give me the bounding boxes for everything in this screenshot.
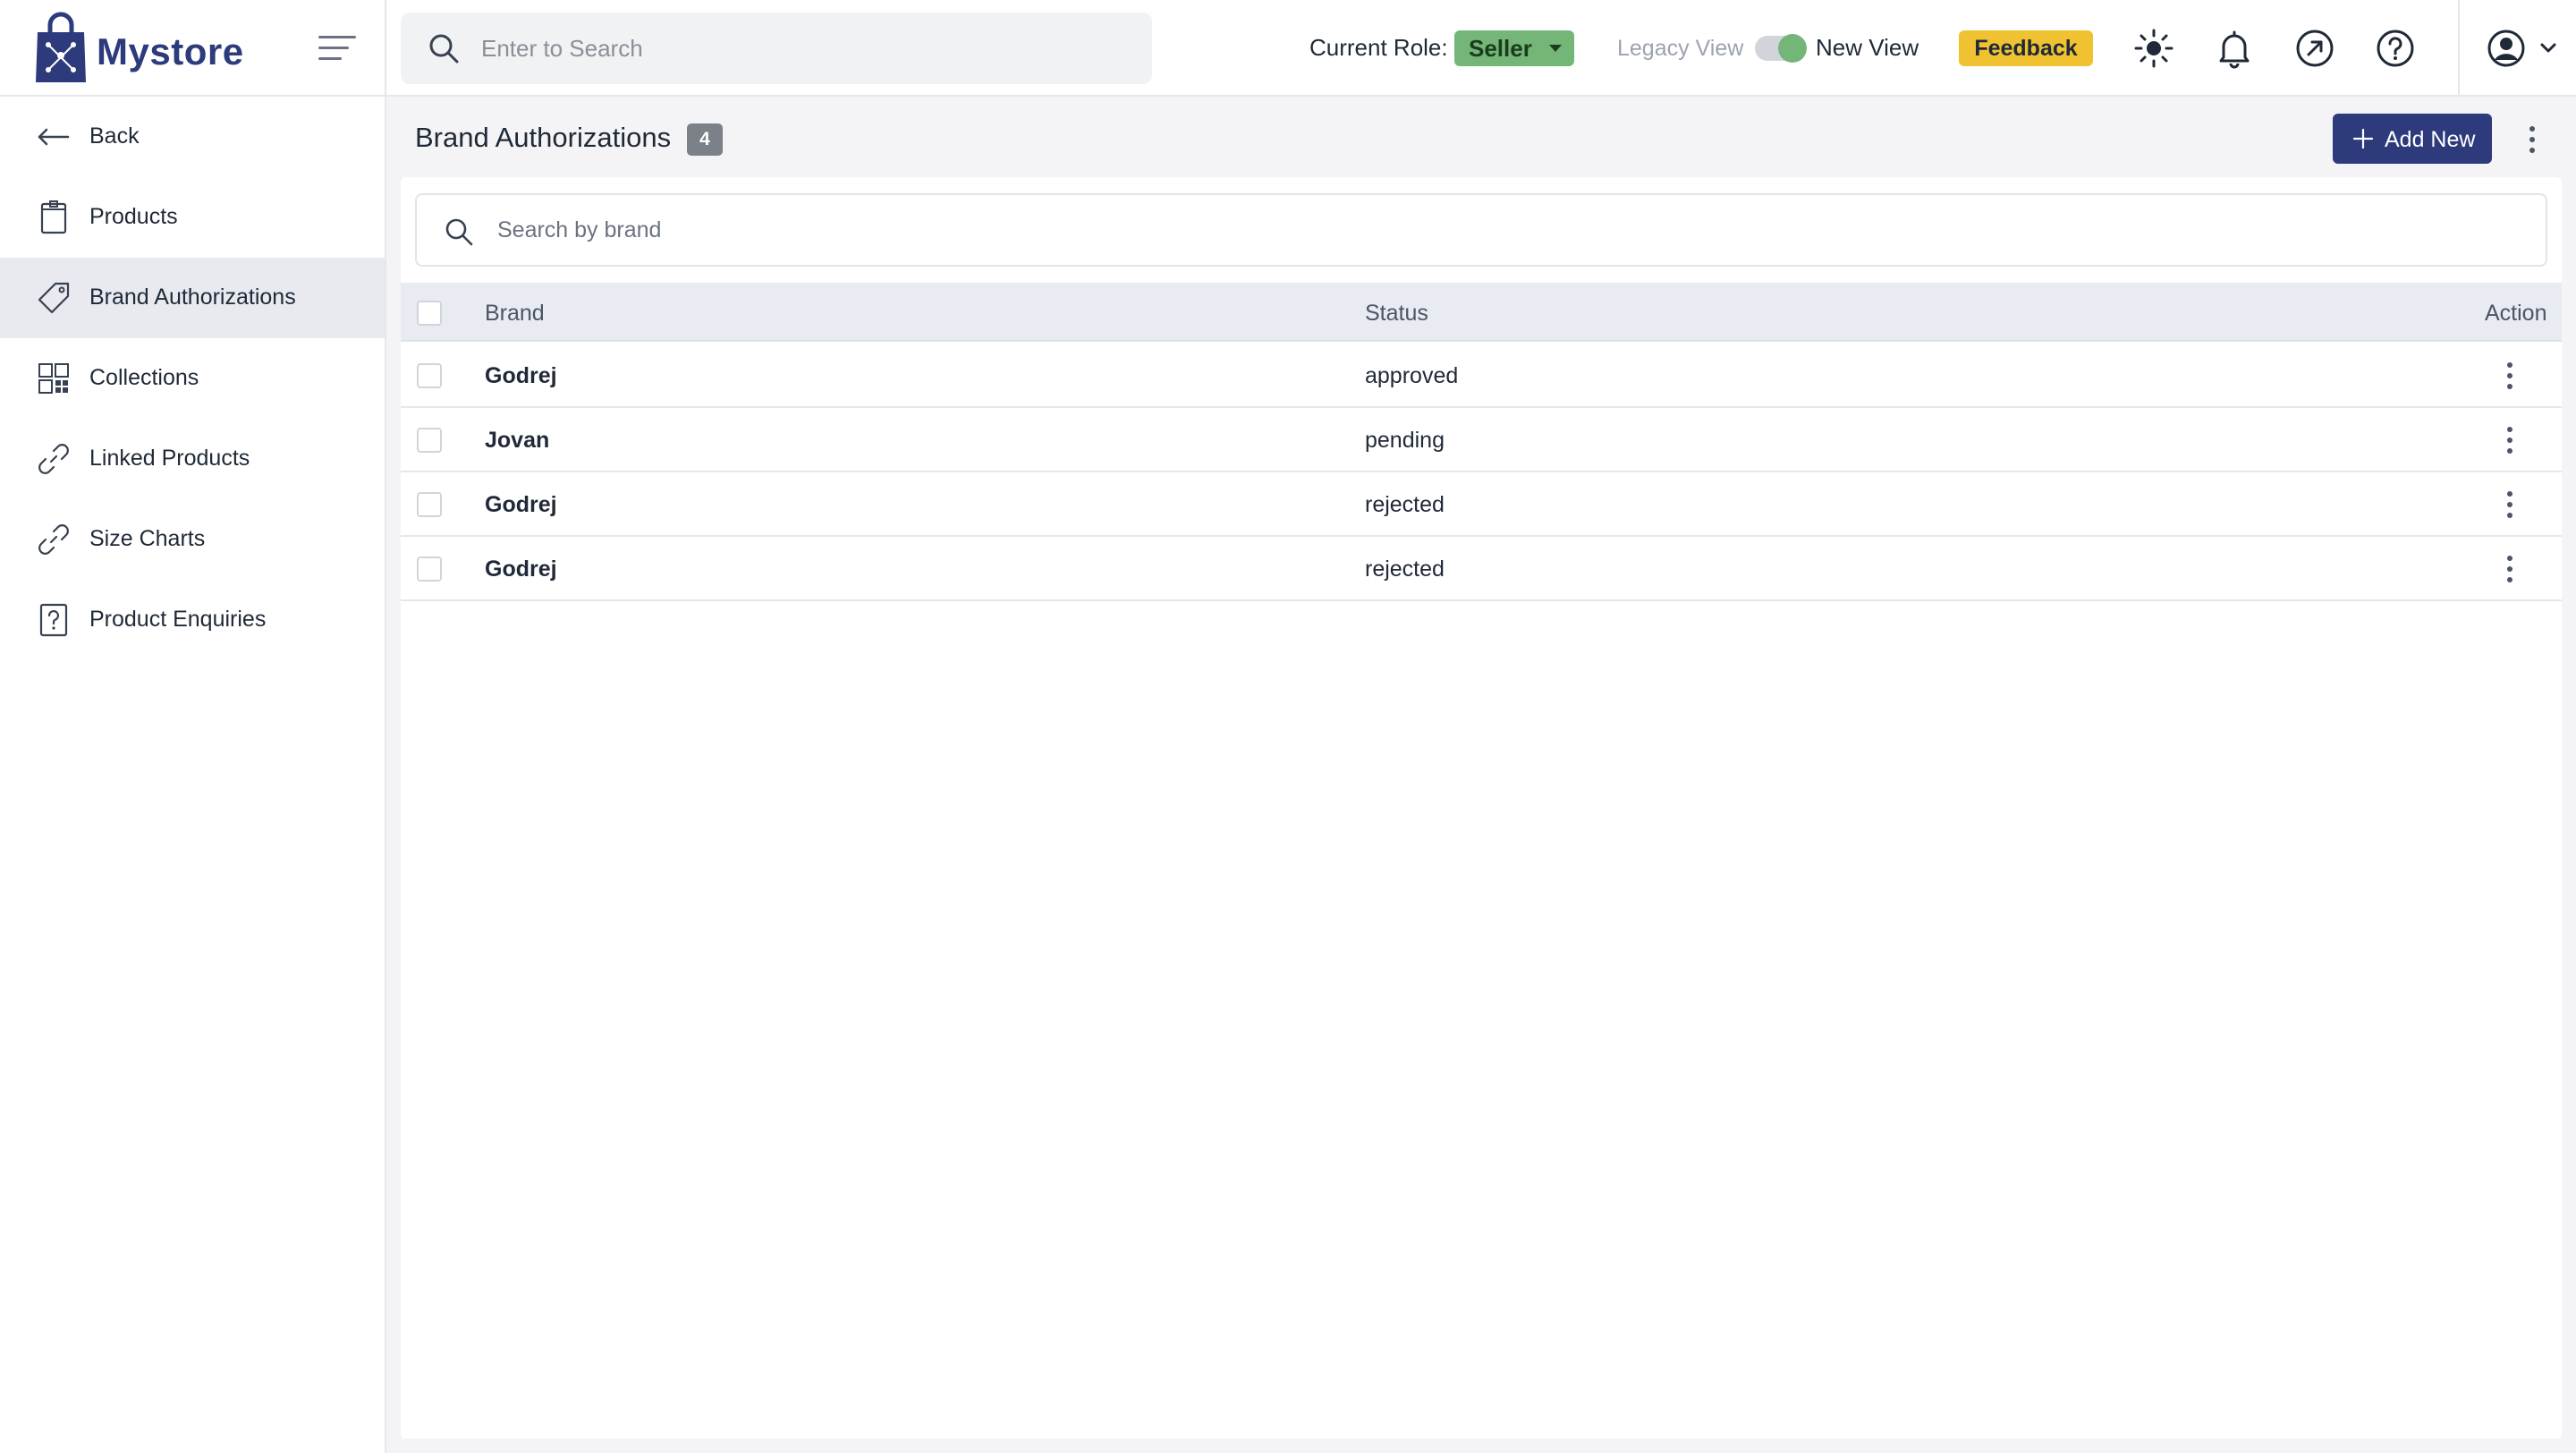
column-header-brand[interactable]: Brand	[485, 301, 545, 327]
brand-cell: Godrej	[485, 557, 557, 582]
new-view-label: New View	[1816, 34, 1919, 61]
mystore-logo-icon	[36, 12, 86, 82]
sidebar-item-back[interactable]: Back	[0, 97, 385, 177]
sidebar-item-label: Linked Products	[89, 446, 250, 471]
global-search-input[interactable]	[481, 13, 1134, 84]
sidebar-item-label: Products	[89, 204, 178, 229]
sidebar-item-label: Size Charts	[89, 526, 206, 551]
user-avatar-icon	[2487, 30, 2525, 67]
product-box-icon	[40, 200, 67, 234]
logo-area: Mystore	[0, 0, 386, 97]
add-new-label: Add New	[2385, 127, 2476, 152]
row-actions-icon[interactable]	[2499, 553, 2521, 585]
top-bar: Mystore Current Role: Seller Legacy View…	[0, 0, 2576, 97]
global-search	[401, 13, 1152, 84]
sidebar-item-size-charts[interactable]: Size Charts	[0, 499, 385, 580]
brand-cell: Godrej	[485, 492, 557, 517]
status-cell: approved	[1365, 363, 1459, 388]
row-checkbox[interactable]	[417, 363, 442, 388]
link-icon	[38, 444, 69, 474]
brand-search-input[interactable]	[497, 195, 2528, 265]
sidebar-item-products[interactable]: Products	[0, 177, 385, 258]
app-name: Mystore	[97, 30, 244, 72]
role-value: Seller	[1469, 35, 1532, 62]
page-title: Brand Authorizations	[415, 122, 672, 153]
plus-icon	[2352, 128, 2374, 149]
table-row[interactable]: Godrej approved	[401, 344, 2562, 408]
external-link-icon[interactable]	[2293, 27, 2336, 70]
link-icon	[38, 524, 69, 555]
header-divider	[2458, 0, 2460, 97]
select-all-checkbox[interactable]	[417, 301, 442, 326]
row-actions-icon[interactable]	[2499, 424, 2521, 456]
theme-sun-icon[interactable]	[2132, 27, 2175, 70]
brand-cell: Jovan	[485, 428, 550, 453]
sidebar-item-label: Back	[89, 123, 140, 149]
more-options-icon[interactable]	[2519, 122, 2546, 157]
sidebar-item-product-enquiries[interactable]: Product Enquiries	[0, 580, 385, 660]
table-row[interactable]: Jovan pending	[401, 408, 2562, 472]
table-header: Brand Status Action	[401, 283, 2562, 342]
row-checkbox[interactable]	[417, 492, 442, 517]
status-cell: pending	[1365, 428, 1445, 453]
column-header-action: Action	[2485, 301, 2547, 326]
sidebar: Back Products Brand Authorizations Colle…	[0, 97, 386, 1453]
current-role-label: Current Role:	[1309, 34, 1448, 61]
caret-down-icon	[1549, 45, 1562, 52]
view-toggle[interactable]	[1755, 34, 1807, 63]
table-row[interactable]: Godrej rejected	[401, 472, 2562, 537]
sidebar-item-label: Collections	[89, 365, 199, 390]
row-checkbox[interactable]	[417, 557, 442, 582]
question-doc-icon	[39, 603, 68, 637]
status-cell: rejected	[1365, 492, 1445, 517]
sidebar-item-label: Brand Authorizations	[89, 285, 296, 310]
notification-bell-icon[interactable]	[2213, 27, 2256, 70]
grid-icon	[38, 363, 69, 394]
row-checkbox[interactable]	[417, 428, 442, 453]
row-actions-icon[interactable]	[2499, 360, 2521, 392]
toggle-knob	[1778, 34, 1807, 63]
sidebar-item-linked-products[interactable]: Linked Products	[0, 419, 385, 499]
status-cell: rejected	[1365, 557, 1445, 582]
sidebar-item-label: Product Enquiries	[89, 607, 267, 632]
feedback-button[interactable]: Feedback	[1959, 30, 2093, 66]
content-card: Brand Status Action Godrej approved Jova…	[401, 177, 2562, 1439]
sidebar-item-brand-authorizations[interactable]: Brand Authorizations	[0, 258, 385, 338]
count-badge: 4	[687, 123, 723, 156]
column-header-status[interactable]: Status	[1365, 301, 1428, 327]
legacy-view-label: Legacy View	[1617, 36, 1744, 61]
sidebar-item-collections[interactable]: Collections	[0, 338, 385, 419]
row-actions-icon[interactable]	[2499, 489, 2521, 521]
help-icon[interactable]	[2374, 27, 2417, 70]
table-row[interactable]: Godrej rejected	[401, 537, 2562, 601]
arrow-left-icon	[38, 128, 70, 146]
hamburger-menu-icon[interactable]	[318, 34, 356, 63]
search-icon	[445, 218, 473, 246]
tag-icon	[38, 282, 70, 314]
chevron-down-icon	[2540, 43, 2556, 53]
add-new-button[interactable]: Add New	[2333, 114, 2492, 164]
role-dropdown[interactable]: Seller	[1454, 30, 1574, 66]
brand-search	[415, 193, 2547, 267]
brand-cell: Godrej	[485, 363, 557, 388]
user-menu[interactable]	[2485, 27, 2567, 70]
search-icon	[429, 34, 459, 64]
